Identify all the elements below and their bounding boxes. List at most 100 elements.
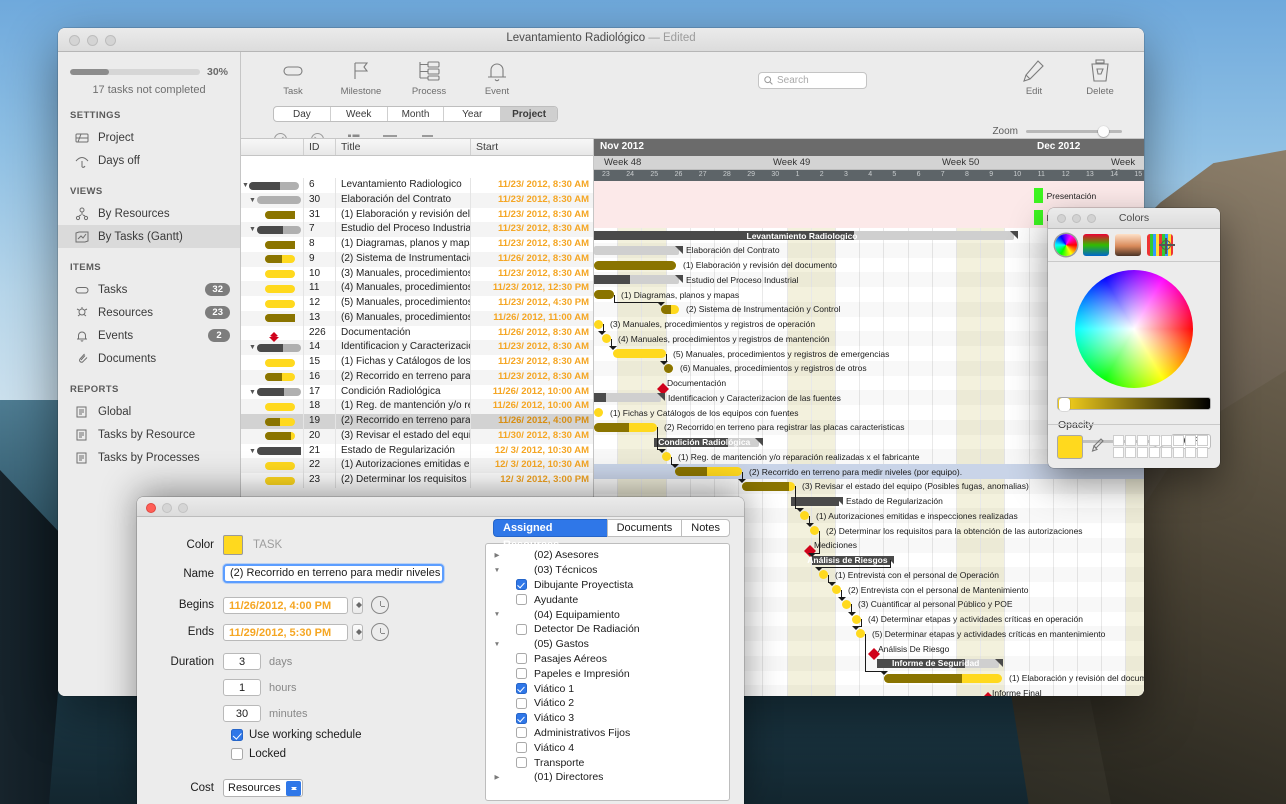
palette-swatch[interactable] <box>1197 435 1208 446</box>
row-title[interactable]: Elaboración del Contrato <box>336 193 471 208</box>
inspector-tab-documents[interactable]: Documents <box>607 519 682 537</box>
create-milestone-button[interactable]: Milestone <box>339 58 383 97</box>
row-start-date[interactable]: 11/23/ 2012, 8:30 AM <box>471 222 593 237</box>
resource-checkbox[interactable] <box>516 594 527 605</box>
resource-row[interactable]: Transporte <box>486 755 729 770</box>
row-start-date[interactable]: 12/ 3/ 2012, 3:00 PM <box>471 473 593 488</box>
row-title[interactable]: (5) Manuales, procedimientos y re <box>336 296 471 311</box>
palette-swatch[interactable] <box>1149 435 1160 446</box>
palette-swatch[interactable] <box>1149 447 1160 458</box>
resource-row[interactable]: Viático 3 <box>486 711 729 726</box>
table-row[interactable]: 11(4) Manuales, procedimientos y re11/23… <box>241 281 593 296</box>
inspector-minimize-button[interactable] <box>162 503 172 513</box>
disclosure-triangle[interactable]: ▼ <box>249 389 256 396</box>
resource-row[interactable]: Viático 4 <box>486 740 729 755</box>
resource-checkbox-cell[interactable] <box>508 579 534 590</box>
row-title[interactable]: Documentación <box>336 326 471 341</box>
palette-swatch[interactable] <box>1125 435 1136 446</box>
create-task-button[interactable]: Task <box>271 58 315 97</box>
table-row[interactable]: 18(1) Reg. de mantención y/o reparac11/2… <box>241 399 593 414</box>
color-wheel[interactable] <box>1075 270 1193 388</box>
resource-disclosure-triangle[interactable]: ▶ <box>486 551 508 559</box>
resource-checkbox[interactable] <box>516 698 527 709</box>
row-start-date[interactable]: 11/23/ 2012, 12:30 PM <box>471 281 593 296</box>
resource-checkbox-cell[interactable] <box>508 594 534 605</box>
resource-checkbox-cell[interactable] <box>508 742 534 753</box>
timescale-week[interactable]: Week <box>331 107 388 121</box>
duration-hours-input[interactable]: 1 <box>223 679 261 696</box>
inspector-close-button[interactable] <box>146 503 156 513</box>
colors-mode-tabs[interactable] <box>1048 229 1220 262</box>
palette-swatch[interactable] <box>1125 447 1136 458</box>
row-start-date[interactable]: 11/23/ 2012, 4:30 PM <box>471 296 593 311</box>
resource-row[interactable]: Viático 1 <box>486 681 729 696</box>
resource-checkbox-cell[interactable] <box>508 683 534 694</box>
resource-row[interactable]: ▼(03) Técnicos <box>486 563 729 578</box>
row-start-date[interactable]: 11/23/ 2012, 8:30 AM <box>471 370 593 385</box>
resource-checkbox[interactable] <box>516 653 527 664</box>
row-start-date[interactable]: 11/23/ 2012, 8:30 AM <box>471 178 593 193</box>
row-title[interactable]: Estado de Regularización <box>336 444 471 459</box>
begins-input[interactable]: 11/26/2012, 4:00 PM <box>223 597 348 614</box>
gantt-group-bar[interactable] <box>594 393 661 402</box>
task-name-input[interactable]: (2) Recorrido en terreno para medir nive… <box>223 564 444 583</box>
colors-titlebar[interactable]: Colors <box>1048 208 1220 229</box>
inspector-titlebar[interactable] <box>137 497 744 517</box>
inspector-tab-assigned-resources[interactable]: Assigned Resources <box>493 519 607 537</box>
table-row[interactable]: 10(3) Manuales, procedimientos y re11/23… <box>241 267 593 282</box>
row-title[interactable]: (3) Revisar el estado del equipo (P <box>336 429 471 444</box>
palette-swatch[interactable] <box>1173 435 1184 446</box>
column-header-start[interactable]: Start <box>471 139 593 155</box>
sidebar-item-project[interactable]: Project <box>58 126 240 149</box>
sidebar-item-documents[interactable]: Documents <box>58 347 240 370</box>
row-start-date[interactable]: 11/30/ 2012, 8:30 AM <box>471 429 593 444</box>
row-start-date[interactable]: 11/26/ 2012, 8:30 AM <box>471 252 593 267</box>
resource-checkbox[interactable] <box>516 757 527 768</box>
row-title[interactable]: Condición Radiológica <box>336 385 471 400</box>
resource-checkbox[interactable] <box>516 713 527 724</box>
palette-swatch[interactable] <box>1113 435 1124 446</box>
row-start-date[interactable]: 11/23/ 2012, 8:30 AM <box>471 267 593 282</box>
row-title[interactable]: (2) Recorrido en terreno para med <box>336 414 471 429</box>
inspector-tabs[interactable]: Assigned ResourcesDocumentsNotes <box>493 519 730 537</box>
sidebar-item-days-off[interactable]: Days off <box>58 149 240 172</box>
timescale-project[interactable]: Project <box>501 107 557 121</box>
disclosure-triangle[interactable]: ▼ <box>249 197 256 204</box>
row-title[interactable]: (6) Manuales, procedimientos y re <box>336 311 471 326</box>
table-row[interactable]: 22(1) Autorizaciones emitidas e inspe12/… <box>241 458 593 473</box>
table-row[interactable]: ▼17Condición Radiológica11/26/ 2012, 10:… <box>241 385 593 400</box>
assigned-resources-list[interactable]: ▶(02) Asesores▼(03) TécnicosDibujante Pr… <box>485 543 730 801</box>
search-field[interactable]: Search <box>758 72 867 89</box>
color-wheel-icon[interactable] <box>1055 234 1077 256</box>
resource-checkbox[interactable] <box>516 579 527 590</box>
resource-checkbox[interactable] <box>516 727 527 738</box>
table-row[interactable]: ▼7Estudio del Proceso Industrial11/23/ 2… <box>241 222 593 237</box>
sidebar-item-by-resources[interactable]: By Resources <box>58 202 240 225</box>
column-header-id[interactable]: ID <box>304 139 336 155</box>
resource-checkbox-cell[interactable] <box>508 727 534 738</box>
row-start-date[interactable]: 11/23/ 2012, 8:30 AM <box>471 208 593 223</box>
sidebar-item-resources[interactable]: Resources23 <box>58 301 240 324</box>
row-start-date[interactable]: 11/23/ 2012, 8:30 AM <box>471 237 593 252</box>
resource-checkbox-cell[interactable] <box>508 713 534 724</box>
row-title[interactable]: Levantamiento Radiologico <box>336 178 471 193</box>
table-row[interactable]: 31(1) Elaboración y revisión del docu11/… <box>241 208 593 223</box>
gantt-task-bar[interactable] <box>594 408 603 417</box>
event-chip[interactable] <box>1034 188 1043 203</box>
table-row[interactable]: 19(2) Recorrido en terreno para med11/26… <box>241 414 593 429</box>
duration-minutes-input[interactable]: 30 <box>223 705 261 722</box>
gantt-task-bar[interactable] <box>675 467 742 476</box>
gantt-task-bar[interactable] <box>613 349 666 358</box>
row-start-date[interactable]: 11/26/ 2012, 11:00 AM <box>471 311 593 326</box>
resource-row[interactable]: ▼(05) Gastos <box>486 637 729 652</box>
palette-swatch[interactable] <box>1161 435 1172 446</box>
row-title[interactable]: (1) Fichas y Catálogos de los equip <box>336 355 471 370</box>
column-header-graphic[interactable] <box>241 139 304 155</box>
resource-checkbox[interactable] <box>516 683 527 694</box>
row-start-date[interactable]: 11/23/ 2012, 8:30 AM <box>471 340 593 355</box>
gantt-task-bar[interactable] <box>594 261 676 270</box>
gantt-group-bar[interactable] <box>791 497 839 506</box>
row-start-date[interactable]: 11/23/ 2012, 8:30 AM <box>471 193 593 208</box>
sidebar-item-events[interactable]: Events2 <box>58 324 240 347</box>
timescale-day[interactable]: Day <box>274 107 331 121</box>
